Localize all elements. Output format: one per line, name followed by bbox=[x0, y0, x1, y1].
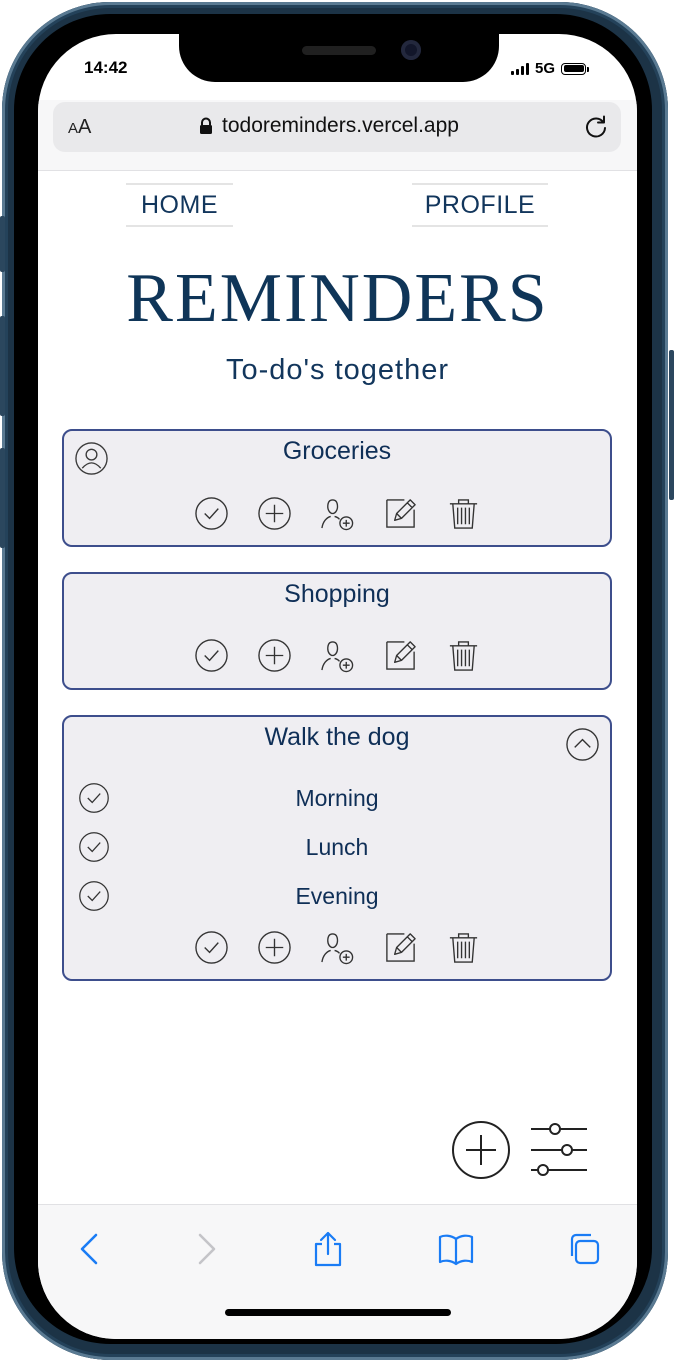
complete-button[interactable] bbox=[194, 930, 229, 965]
plus-circle-icon bbox=[257, 497, 291, 530]
delete-button[interactable] bbox=[446, 638, 481, 673]
list-item-label: Evening bbox=[295, 883, 379, 909]
profile-nav-button[interactable]: PROFILE bbox=[412, 183, 548, 227]
list-item-label: Morning bbox=[295, 785, 379, 811]
check-circle-icon bbox=[194, 931, 228, 964]
check-circle-icon bbox=[194, 497, 228, 530]
list-item[interactable]: Evening bbox=[64, 879, 610, 913]
add-list-button[interactable] bbox=[451, 1120, 511, 1180]
address-bar[interactable]: AA todoreminders.vercel.app bbox=[53, 102, 621, 152]
network-type: 5G bbox=[535, 60, 556, 77]
add-item-button[interactable] bbox=[257, 638, 292, 673]
list-item[interactable]: Morning bbox=[64, 781, 610, 815]
volume-up-button bbox=[0, 316, 5, 416]
speaker bbox=[302, 46, 376, 55]
bookmarks-icon[interactable] bbox=[438, 1231, 474, 1267]
screen: 14:42 5G AA todoreminders.vercel.app HOM… bbox=[38, 34, 637, 1339]
delete-button[interactable] bbox=[446, 930, 481, 965]
trash-icon bbox=[449, 499, 477, 529]
add-user-icon bbox=[320, 499, 353, 531]
browser-top-bar: AA todoreminders.vercel.app bbox=[38, 100, 637, 171]
list-title: Groceries bbox=[282, 437, 392, 465]
edit-button[interactable] bbox=[383, 496, 418, 531]
edit-icon bbox=[385, 933, 416, 962]
list-actions bbox=[64, 496, 610, 531]
list-actions bbox=[64, 638, 610, 673]
chevron-up-icon[interactable] bbox=[565, 727, 600, 762]
list-card-groceries[interactable]: Groceries bbox=[62, 429, 612, 547]
share-button[interactable] bbox=[320, 638, 355, 673]
edit-button[interactable] bbox=[383, 638, 418, 673]
add-item-button[interactable] bbox=[257, 496, 292, 531]
browser-toolbar bbox=[38, 1204, 637, 1339]
home-nav-button[interactable]: HOME bbox=[126, 183, 233, 227]
share-button[interactable] bbox=[320, 930, 355, 965]
add-user-icon bbox=[320, 641, 353, 673]
signal-icon bbox=[511, 62, 529, 75]
back-icon[interactable] bbox=[72, 1231, 108, 1267]
plus-circle-icon bbox=[257, 639, 291, 672]
reload-icon[interactable] bbox=[583, 114, 609, 140]
list-item[interactable]: Lunch bbox=[64, 830, 610, 864]
action-button bbox=[0, 216, 5, 272]
edit-icon bbox=[385, 641, 416, 670]
list-card-shopping[interactable]: Shopping bbox=[62, 572, 612, 690]
list-actions bbox=[64, 930, 610, 965]
url-display[interactable]: todoreminders.vercel.app bbox=[199, 114, 459, 138]
volume-down-button bbox=[0, 448, 5, 548]
battery-icon bbox=[561, 62, 590, 75]
home-indicator[interactable] bbox=[225, 1309, 451, 1316]
status-indicators: 5G bbox=[511, 60, 590, 77]
app-subtitle: To-do's together bbox=[225, 354, 450, 386]
check-circle-icon bbox=[194, 639, 228, 672]
sliders-icon[interactable] bbox=[529, 1122, 589, 1178]
camera bbox=[401, 40, 421, 60]
complete-button[interactable] bbox=[194, 638, 229, 673]
list-title: Walk the dog bbox=[264, 723, 410, 751]
lock-icon bbox=[200, 117, 212, 134]
plus-circle-icon bbox=[257, 931, 291, 964]
edit-button[interactable] bbox=[383, 930, 418, 965]
forward-icon[interactable] bbox=[188, 1231, 224, 1267]
list-card-walk-the-dog[interactable]: Walk the dog Morning Lunch Evening bbox=[62, 715, 612, 981]
app-title: REMINDERS bbox=[126, 260, 549, 337]
share-button[interactable] bbox=[320, 496, 355, 531]
trash-icon bbox=[449, 641, 477, 671]
power-button bbox=[669, 350, 674, 500]
tabs-icon[interactable] bbox=[566, 1231, 602, 1267]
add-item-button[interactable] bbox=[257, 930, 292, 965]
share-icon[interactable] bbox=[310, 1231, 346, 1267]
status-time: 14:42 bbox=[84, 58, 128, 77]
delete-button[interactable] bbox=[446, 496, 481, 531]
url-text: todoreminders.vercel.app bbox=[222, 114, 459, 137]
notch bbox=[179, 34, 499, 82]
list-item-label: Lunch bbox=[305, 834, 369, 860]
edit-icon bbox=[385, 499, 416, 528]
text-size-button[interactable]: AA bbox=[68, 116, 91, 139]
complete-button[interactable] bbox=[194, 496, 229, 531]
list-title: Shopping bbox=[284, 580, 390, 608]
add-user-icon bbox=[320, 933, 353, 965]
trash-icon bbox=[449, 933, 477, 963]
